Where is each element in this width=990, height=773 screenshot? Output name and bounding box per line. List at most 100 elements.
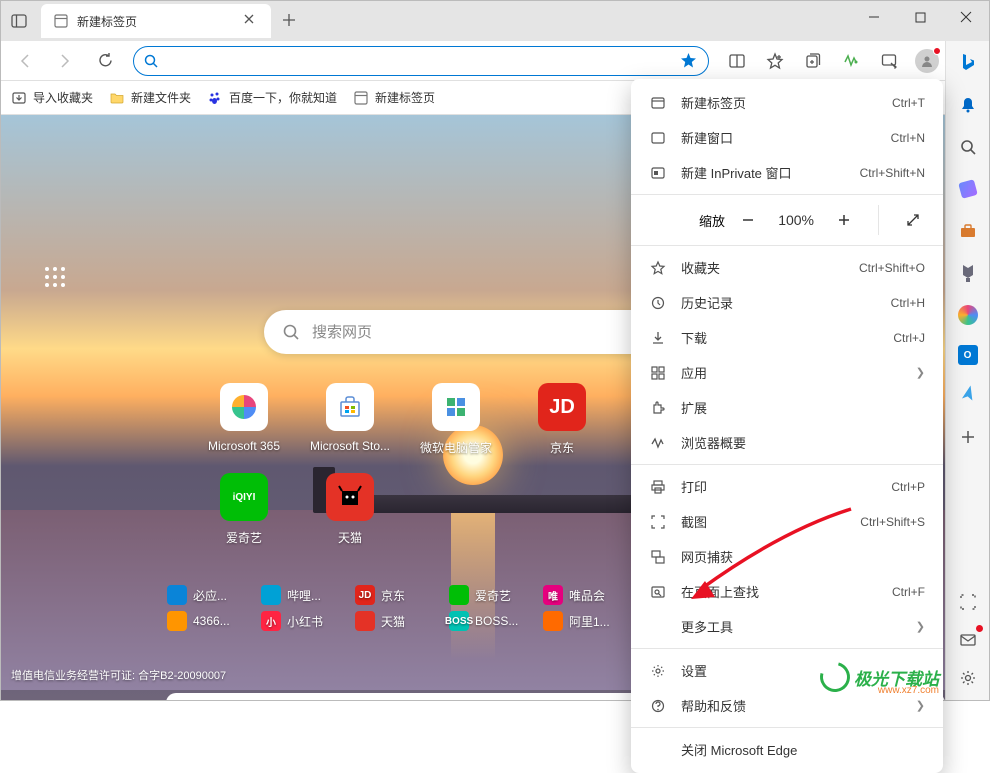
quick-link-icon [449, 585, 469, 605]
refresh-button[interactable] [87, 45, 123, 77]
close-window-button[interactable] [943, 1, 989, 33]
capture-icon [649, 548, 667, 566]
quick-link-icon [543, 611, 563, 631]
sidebar-mail-icon[interactable] [956, 628, 980, 652]
back-button[interactable] [7, 45, 43, 77]
sidebar-bing-icon[interactable] [956, 51, 980, 75]
quick-link-icon: 唯 [543, 585, 563, 605]
quick-link-icon: JD [355, 585, 375, 605]
tab-title: 新建标签页 [77, 13, 235, 30]
quick-link-icon [355, 611, 375, 631]
sidebar-shopping-icon[interactable] [956, 177, 980, 201]
bookmark-newtab[interactable]: 新建标签页 [353, 89, 435, 106]
address-bar[interactable] [133, 46, 709, 76]
menu-close-edge[interactable]: 关闭 Microsoft Edge [631, 732, 943, 767]
watermark-logo-icon [815, 657, 856, 698]
minimize-button[interactable] [851, 1, 897, 33]
folder-icon [109, 90, 125, 106]
star-icon [649, 259, 667, 277]
quick-link[interactable]: 唯唯品会 [543, 585, 629, 605]
bookmark-new-folder[interactable]: 新建文件夹 [109, 89, 191, 106]
page-icon [353, 90, 369, 106]
tile-row-2: iQIYI爱奇艺 天猫 [216, 473, 378, 546]
quick-link[interactable]: 必应... [167, 585, 253, 605]
menu-new-inprivate[interactable]: 新建 InPrivate 窗口Ctrl+Shift+N [631, 155, 943, 190]
bookmark-baidu[interactable]: 百度一下，你就知道 [207, 89, 337, 106]
menu-favorites[interactable]: 收藏夹Ctrl+Shift+O [631, 250, 943, 285]
menu-downloads[interactable]: 下载Ctrl+J [631, 320, 943, 355]
sidebar-settings-icon[interactable] [956, 666, 980, 690]
tab-actions-icon[interactable] [9, 11, 29, 31]
menu-browser-perf[interactable]: 浏览器概要 [631, 425, 943, 460]
tile-jd[interactable]: JD京东 [534, 383, 590, 456]
quick-link-icon: 小 [261, 611, 281, 631]
sidebar-screenshot-icon[interactable] [956, 590, 980, 614]
page-search-input[interactable] [312, 324, 636, 341]
toolbar [1, 41, 989, 81]
chevron-right-icon: ❯ [916, 366, 925, 379]
fullscreen-button[interactable] [901, 208, 925, 232]
menu-history[interactable]: 历史记录Ctrl+H [631, 285, 943, 320]
quick-link[interactable]: 4366... [167, 611, 253, 631]
sidebar-search-icon[interactable] [956, 135, 980, 159]
sidebar-tools-icon[interactable] [956, 219, 980, 243]
find-icon [649, 583, 667, 601]
menu-more-tools[interactable]: 更多工具❯ [631, 609, 943, 644]
forward-button[interactable] [47, 45, 83, 77]
screenshot-icon [649, 513, 667, 531]
menu-print[interactable]: 打印Ctrl+P [631, 469, 943, 504]
quick-link[interactable]: 阿里1... [543, 611, 629, 631]
sidebar-send-icon[interactable] [951, 379, 984, 412]
bookmark-import[interactable]: 导入收藏夹 [11, 89, 93, 106]
tile-iqiyi[interactable]: iQIYI爱奇艺 [216, 473, 272, 546]
tile-pcmgr[interactable]: 微软电脑管家 [428, 383, 484, 456]
sidebar-bell-icon[interactable] [956, 93, 980, 117]
quick-link[interactable]: 天猫 [355, 611, 441, 631]
tile-msstore[interactable]: Microsoft Sto... [322, 383, 378, 456]
zoom-in-button[interactable] [832, 208, 856, 232]
menu-web-capture[interactable]: 网页捕获 [631, 539, 943, 574]
menu-extensions[interactable]: 扩展 [631, 390, 943, 425]
quick-link[interactable]: JD京东 [355, 585, 441, 605]
split-screen-icon[interactable] [719, 45, 755, 77]
bookmark-label: 新建文件夹 [131, 89, 191, 106]
quick-link[interactable]: BOSSBOSS... [449, 611, 535, 631]
quick-link[interactable]: 爱奇艺 [449, 585, 535, 605]
sidebar-add-icon[interactable] [956, 425, 980, 449]
new-tab-icon [649, 94, 667, 112]
menu-find[interactable]: 在页面上查找Ctrl+F [631, 574, 943, 609]
sidebar-outlook-icon[interactable]: O [958, 345, 978, 365]
page-icon [53, 13, 69, 29]
quick-link-icon [167, 611, 187, 631]
quick-link[interactable]: 小小红书 [261, 611, 347, 631]
page-search-box[interactable] [264, 310, 654, 354]
collections-icon[interactable] [795, 45, 831, 77]
print-icon [649, 478, 667, 496]
quick-links: 必应... 哔哩... JD京东爱奇艺唯唯品会 4366... 小小红书天猫 BOSSBO… [167, 585, 629, 631]
sidebar-m365-icon[interactable] [956, 303, 980, 327]
zoom-out-button[interactable] [736, 208, 760, 232]
import-icon [11, 90, 27, 106]
maximize-button[interactable] [897, 1, 943, 33]
sidebar-games-icon[interactable] [956, 261, 980, 285]
tile-row-1: Microsoft 365 Microsoft Sto... 微软电脑管家 JD… [216, 383, 590, 456]
apps-grid-icon[interactable] [43, 265, 67, 289]
close-tab-icon[interactable] [243, 13, 259, 29]
baidu-icon [207, 90, 223, 106]
menu-new-tab[interactable]: 新建标签页Ctrl+T [631, 85, 943, 120]
inprivate-icon [649, 164, 667, 182]
menu-apps[interactable]: 应用❯ [631, 355, 943, 390]
performance-icon[interactable] [833, 45, 869, 77]
favorite-star-icon[interactable] [680, 52, 698, 69]
browser-essentials-icon[interactable] [871, 45, 907, 77]
apps-icon [649, 364, 667, 382]
new-tab-button[interactable] [275, 6, 303, 34]
favorites-icon[interactable] [757, 45, 793, 77]
browser-tab[interactable]: 新建标签页 [41, 4, 271, 38]
menu-new-window[interactable]: 新建窗口Ctrl+N [631, 120, 943, 155]
quick-link[interactable]: 哔哩... [261, 585, 347, 605]
profile-button[interactable] [909, 45, 945, 77]
menu-screenshot[interactable]: 截图Ctrl+Shift+S [631, 504, 943, 539]
tile-ms365[interactable]: Microsoft 365 [216, 383, 272, 456]
tile-tmall[interactable]: 天猫 [322, 473, 378, 546]
